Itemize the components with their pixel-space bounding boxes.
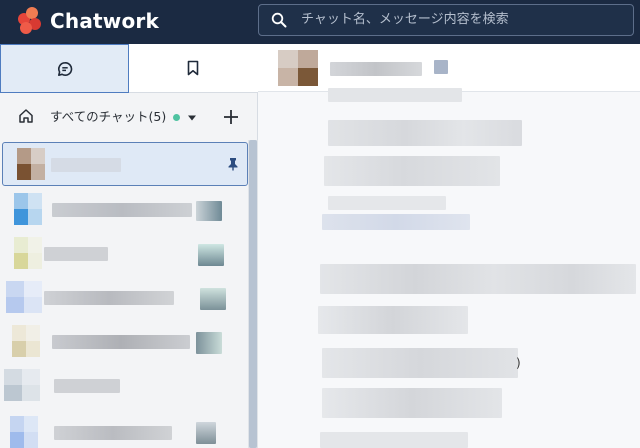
- room-avatar[interactable]: [278, 50, 318, 86]
- sidebar-tabs: [0, 44, 258, 93]
- caret-down-icon[interactable]: [187, 113, 197, 123]
- chat-filter-label[interactable]: すべてのチャット(5): [50, 94, 166, 140]
- chat-name-blurred: [51, 158, 121, 172]
- chat-list-item[interactable]: [0, 232, 248, 276]
- chat-name-blurred: [44, 291, 174, 305]
- message-text-blurred: [328, 196, 446, 210]
- message-text-blurred: [328, 88, 462, 102]
- chat-name-blurred: [52, 203, 192, 217]
- unread-badge-blurred: [198, 244, 224, 266]
- search-placeholder: チャット名、メッセージ内容を検索: [301, 12, 509, 27]
- chat-name-blurred: [44, 247, 108, 261]
- room-name-blurred: [330, 62, 422, 76]
- home-icon[interactable]: [18, 108, 34, 124]
- chat-list-item[interactable]: [0, 408, 248, 448]
- avatar: [14, 237, 42, 269]
- tab-chats[interactable]: [0, 44, 129, 93]
- chat-list-scrollbar[interactable]: [248, 140, 258, 448]
- message-text-blurred: [320, 264, 636, 294]
- message-text-blurred: [318, 306, 468, 334]
- message-text-blurred: [320, 432, 468, 448]
- chat-name-blurred: [54, 426, 172, 440]
- chat-list-item[interactable]: [2, 142, 248, 186]
- chat-list-item[interactable]: [0, 276, 248, 320]
- avatar: [17, 148, 45, 180]
- chat-list-item[interactable]: [0, 364, 248, 408]
- tab-bookmarks[interactable]: [129, 44, 258, 93]
- search-icon: [271, 12, 287, 28]
- avatar: [12, 325, 40, 357]
- bookmark-icon: [187, 60, 199, 76]
- chat-room-pane: ): [258, 44, 640, 448]
- room-icon-blurred: [434, 60, 448, 74]
- unread-badge-blurred: [200, 288, 226, 310]
- chat-list: [0, 140, 248, 448]
- message-text-blurred: [322, 388, 502, 418]
- unread-badge-blurred: [196, 332, 222, 354]
- brand-name[interactable]: Chatwork: [50, 8, 159, 34]
- avatar: [4, 369, 40, 401]
- avatar: [6, 281, 42, 313]
- message-trailing-glyph: ): [516, 356, 521, 370]
- scrollbar-thumb[interactable]: [249, 140, 257, 448]
- message-text-blurred: [322, 348, 518, 378]
- chatwork-logo-icon[interactable]: [18, 7, 48, 37]
- chat-filter-bar: すべてのチャット(5): [0, 94, 258, 138]
- avatar: [14, 193, 42, 225]
- message-text-blurred: [328, 120, 522, 146]
- plus-icon[interactable]: [222, 108, 240, 126]
- chat-sidebar: すべてのチャット(5): [0, 44, 258, 448]
- search-input[interactable]: チャット名、メッセージ内容を検索: [258, 4, 634, 36]
- chat-list-item[interactable]: [0, 188, 248, 232]
- pin-icon[interactable]: [227, 157, 239, 171]
- avatar: [10, 416, 38, 448]
- online-dot: [173, 114, 180, 121]
- app-header: Chatwork チャット名、メッセージ内容を検索: [0, 0, 640, 44]
- unread-badge-blurred: [196, 201, 222, 221]
- message-text-blurred: [324, 156, 500, 186]
- chat-name-blurred: [54, 379, 120, 393]
- room-header: [258, 44, 640, 92]
- chat-list-item[interactable]: [0, 320, 248, 364]
- chat-name-blurred: [52, 335, 190, 349]
- chat-bubble-icon: [58, 61, 73, 76]
- message-link-blurred: [322, 214, 470, 230]
- unread-badge-blurred: [196, 422, 216, 444]
